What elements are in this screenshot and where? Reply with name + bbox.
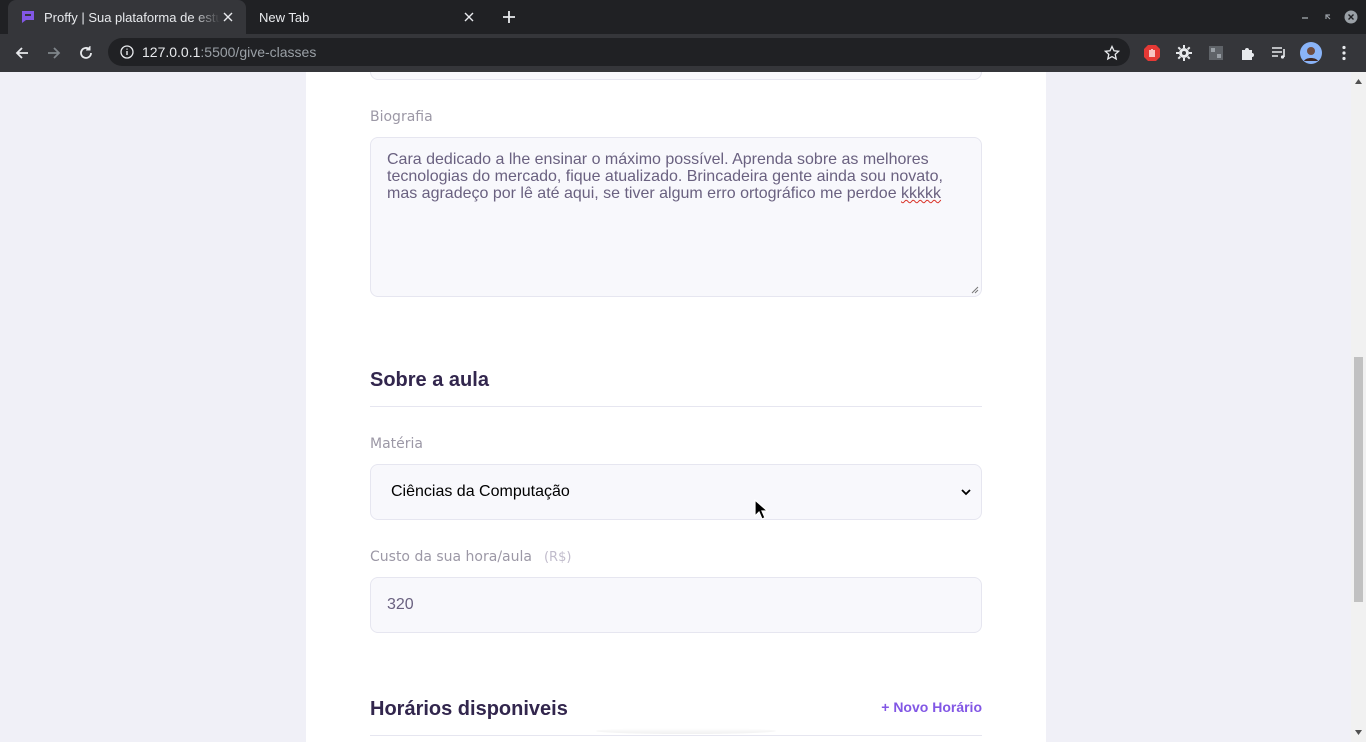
resize-grip-icon[interactable] [971,286,979,294]
gear-extension-icon[interactable] [1170,39,1198,67]
address-bar[interactable]: 127.0.0.1:5500/give-classes [108,38,1130,66]
cost-label-text: Custo da sua hora/aula [370,549,532,565]
new-schedule-button[interactable]: + Novo Horário [881,699,982,715]
tab-title: Proffy | Sua plataforma de estudos onlin… [44,9,220,25]
section-title-schedule: Horários disponiveis [370,698,568,720]
reload-icon[interactable] [72,39,100,67]
close-tab-icon[interactable] [220,9,236,25]
site-info-icon[interactable] [120,45,134,59]
extension-grid-icon[interactable] [1202,39,1230,67]
cost-input[interactable]: 320 [370,577,982,633]
forward-arrow-icon[interactable] [40,39,68,67]
bio-label: Biografia [370,109,433,125]
restore-icon[interactable] [1320,9,1336,25]
browser-toolbar: 127.0.0.1:5500/give-classes [0,34,1366,72]
scroll-down-arrow-icon[interactable] [1351,725,1366,740]
bottom-shadow [596,728,776,734]
tab-proffy[interactable]: Proffy | Sua plataforma de estudos onlin… [8,0,246,34]
vertical-scrollbar[interactable] [1351,72,1366,742]
subject-label: Matéria [370,436,423,452]
bio-textarea[interactable]: Cara dedicado a lhe ensinar o máximo pos… [370,137,982,297]
tab-new-tab[interactable]: New Tab [247,0,487,34]
proffy-favicon-icon [20,9,36,25]
subject-selected-value: Ciências da Computação [391,483,570,500]
minimize-icon[interactable] [1297,9,1313,25]
scroll-up-arrow-icon[interactable] [1351,74,1366,89]
section-divider [370,735,982,736]
section-title-class: Sobre a aula [370,369,489,391]
close-window-icon[interactable] [1343,9,1359,25]
bio-text: Cara dedicado a lhe ensinar o máximo pos… [387,151,943,202]
new-tab-button[interactable] [497,5,521,29]
avatar[interactable] [1297,39,1325,67]
mouse-cursor-icon [754,499,768,520]
subject-select[interactable]: Ciências da Computação [370,464,982,520]
cost-label: Custo da sua hora/aula (R$) [370,549,571,565]
url-path: :5500/give-classes [200,44,317,60]
bio-text-misspelled: kkkkk [901,185,942,202]
bookmark-star-icon[interactable] [1098,39,1126,67]
previous-input-field[interactable] [370,72,982,80]
cost-input-value: 320 [387,596,414,613]
close-tab-icon[interactable] [461,9,477,25]
form-card: Biografia Cara dedicado a lhe ensinar o … [306,72,1046,742]
chevron-down-icon [961,489,971,496]
browser-menu-icon[interactable] [1330,39,1358,67]
back-arrow-icon[interactable] [8,39,36,67]
tab-strip: Proffy | Sua plataforma de estudos onlin… [0,0,1366,34]
section-divider [370,406,982,407]
url-host: 127.0.0.1 [142,44,201,60]
puzzle-extensions-icon[interactable] [1234,39,1262,67]
page-viewport: Biografia Cara dedicado a lhe ensinar o … [0,72,1366,742]
tab-title: New Tab [259,9,310,25]
media-queue-icon[interactable] [1265,39,1293,67]
cost-currency-hint: (R$) [543,550,572,565]
scrollbar-thumb[interactable] [1354,357,1363,602]
adblock-hand-icon[interactable] [1138,39,1166,67]
